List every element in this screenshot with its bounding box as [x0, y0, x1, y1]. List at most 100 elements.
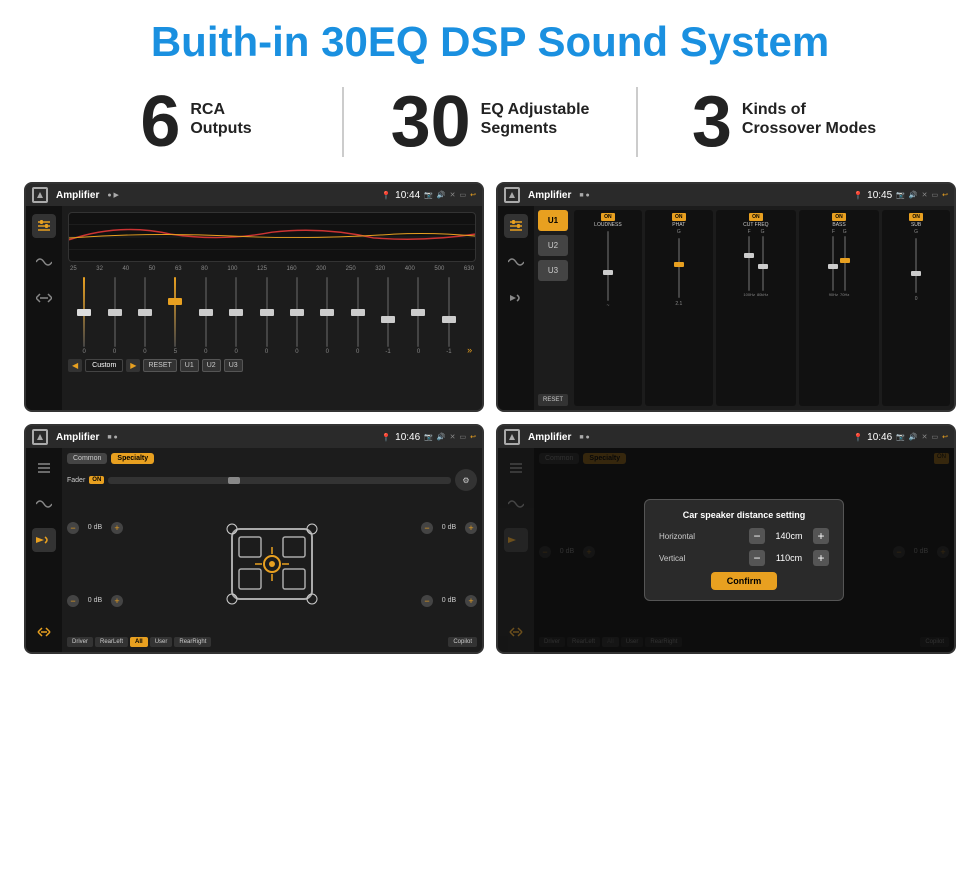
- eq-slider-5[interactable]: 0: [222, 275, 250, 355]
- horizontal-label: Horizontal: [659, 532, 695, 541]
- fader-on-badge: ON: [89, 476, 104, 484]
- sidebar-icon-arrows[interactable]: [32, 286, 56, 310]
- stat-label-eq-bottom: Segments: [481, 119, 590, 138]
- eq-slider-7[interactable]: 0: [283, 275, 311, 355]
- eq-slider-0[interactable]: 0: [70, 275, 98, 355]
- vol-left-top-value: 0 dB: [81, 524, 109, 531]
- sidebar-icon-fader-wave[interactable]: [32, 492, 56, 516]
- eq-prev-btn[interactable]: ◀: [68, 359, 82, 372]
- sidebar-icon-cross-wave[interactable]: [504, 250, 528, 274]
- vol-left-bot-value: 0 dB: [81, 597, 109, 604]
- eq-u2-btn[interactable]: U2: [202, 359, 221, 372]
- stat-number-crossover: 3: [692, 86, 732, 158]
- eq-slider-9[interactable]: 0: [344, 275, 372, 355]
- tab-common[interactable]: Common: [67, 453, 107, 464]
- pos-rearright[interactable]: RearRight: [174, 637, 211, 647]
- main-area-crossover: U1 U2 U3 RESET ON LOUDNESS: [534, 206, 954, 410]
- cutfreq-on: ON: [749, 213, 763, 221]
- sub-label: SUB: [911, 222, 921, 228]
- horizontal-minus-btn[interactable]: −: [749, 528, 765, 544]
- vol-left-bot-plus[interactable]: +: [111, 595, 123, 607]
- eq-slider-12[interactable]: -1: [435, 275, 463, 355]
- vol-right-bot-value: 0 dB: [435, 597, 463, 604]
- time-eq: 10:44: [395, 190, 420, 201]
- pos-driver[interactable]: Driver: [67, 637, 93, 647]
- stat-number-rca: 6: [140, 86, 180, 158]
- app-name-eq: Amplifier: [56, 190, 99, 201]
- stat-label-crossover-top: Kinds of: [742, 100, 876, 119]
- sidebar-icon-fader-active[interactable]: [32, 528, 56, 552]
- confirm-button[interactable]: Confirm: [711, 572, 778, 590]
- eq-slider-1[interactable]: 0: [100, 275, 128, 355]
- sub-on: ON: [909, 213, 923, 221]
- stats-row: 6 RCA Outputs 30 EQ Adjustable Segments …: [0, 76, 980, 176]
- vol-right-top-value: 0 dB: [435, 524, 463, 531]
- pos-all[interactable]: All: [130, 637, 148, 647]
- time-dialog: 10:46: [867, 432, 892, 443]
- eq-slider-4[interactable]: 0: [192, 275, 220, 355]
- loudness-label: LOUDNESS: [594, 222, 622, 228]
- sidebar-icon-fader-arrows[interactable]: [32, 620, 56, 644]
- eq-slider-2[interactable]: 0: [131, 275, 159, 355]
- app-name-fader: Amplifier: [56, 432, 99, 443]
- dialog-title: Car speaker distance setting: [659, 510, 829, 520]
- sidebar-icon-cross-active[interactable]: [504, 214, 528, 238]
- eq-slider-8[interactable]: 0: [313, 275, 341, 355]
- vol-left-bot-minus[interactable]: −: [67, 595, 79, 607]
- screen-fader: Amplifier ■ ● 📍 10:46 📷 🔊 ✕ ▭ ↩: [24, 424, 484, 654]
- eq-u1-btn[interactable]: U1: [180, 359, 199, 372]
- eq-u3-btn[interactable]: U3: [224, 359, 243, 372]
- vertical-label: Vertical: [659, 554, 685, 563]
- screen-eq: Amplifier ● ▶ 📍 10:44 📷 🔊 ✕ ▭ ↩: [24, 182, 484, 412]
- fader-settings-btn[interactable]: ⚙: [455, 469, 477, 491]
- preset-u2[interactable]: U2: [538, 235, 568, 256]
- time-crossover: 10:45: [867, 190, 892, 201]
- sidebar-icon-cross-vol[interactable]: [504, 286, 528, 310]
- eq-reset-btn[interactable]: RESET: [143, 359, 176, 372]
- time-fader: 10:46: [395, 432, 420, 443]
- vol-left-top-plus[interactable]: +: [111, 522, 123, 534]
- eq-slider-10[interactable]: -1: [374, 275, 402, 355]
- status-bar-eq: Amplifier ● ▶ 📍 10:44 📷 🔊 ✕ ▭ ↩: [26, 184, 482, 206]
- stat-label-eq-top: EQ Adjustable: [481, 100, 590, 119]
- eq-graph: [68, 212, 476, 262]
- phat-on: ON: [672, 213, 686, 221]
- sidebar-icon-eq-active[interactable]: [32, 214, 56, 238]
- home-icon-fader: [32, 429, 48, 445]
- pos-user[interactable]: User: [150, 637, 173, 647]
- stat-eq: 30 EQ Adjustable Segments: [354, 86, 626, 158]
- tab-specialty[interactable]: Specialty: [111, 453, 154, 464]
- sidebar-fader: [26, 448, 62, 652]
- sidebar-icon-dialog-wave: [504, 492, 528, 516]
- eq-slider-3[interactable]: 5: [161, 275, 189, 355]
- screen-content-eq: 253240506380100125160200250320400500630 …: [26, 206, 482, 410]
- sidebar-icon-dialog-arrows: [504, 620, 528, 644]
- horizontal-plus-btn[interactable]: +: [813, 528, 829, 544]
- pos-copilot[interactable]: Copilot: [448, 637, 477, 647]
- eq-slider-6[interactable]: 0: [252, 275, 280, 355]
- eq-bottom: ◀ Custom ▶ RESET U1 U2 U3: [68, 359, 476, 372]
- vol-right-bot-plus[interactable]: +: [465, 595, 477, 607]
- screenshots-grid: Amplifier ● ▶ 📍 10:44 📷 🔊 ✕ ▭ ↩: [0, 176, 980, 674]
- vertical-plus-btn[interactable]: +: [813, 550, 829, 566]
- sidebar-icon-wave[interactable]: [32, 250, 56, 274]
- status-bar-crossover: Amplifier ■ ● 📍 10:45 📷 🔊 ✕ ▭ ↩: [498, 184, 954, 206]
- cross-reset-btn[interactable]: RESET: [538, 394, 568, 406]
- vol-right-bot-minus[interactable]: −: [421, 595, 433, 607]
- vol-left-top-minus[interactable]: −: [67, 522, 79, 534]
- distance-dialog: Car speaker distance setting Horizontal …: [644, 499, 844, 601]
- status-bar-fader: Amplifier ■ ● 📍 10:46 📷 🔊 ✕ ▭ ↩: [26, 426, 482, 448]
- vertical-minus-btn[interactable]: −: [749, 550, 765, 566]
- preset-u1[interactable]: U1: [538, 210, 568, 231]
- vol-right-top-minus[interactable]: −: [421, 522, 433, 534]
- sidebar-crossover: [498, 206, 534, 410]
- vol-right-top-plus[interactable]: +: [465, 522, 477, 534]
- car-diagram: [217, 519, 327, 609]
- eq-next-btn[interactable]: ▶: [126, 359, 140, 372]
- sidebar-icon-fader-eq[interactable]: [32, 456, 56, 480]
- pos-rearleft[interactable]: RearLeft: [95, 637, 128, 647]
- home-icon-eq: [32, 187, 48, 203]
- preset-u3[interactable]: U3: [538, 260, 568, 281]
- app-name-crossover: Amplifier: [528, 190, 571, 201]
- eq-slider-11[interactable]: 0: [404, 275, 432, 355]
